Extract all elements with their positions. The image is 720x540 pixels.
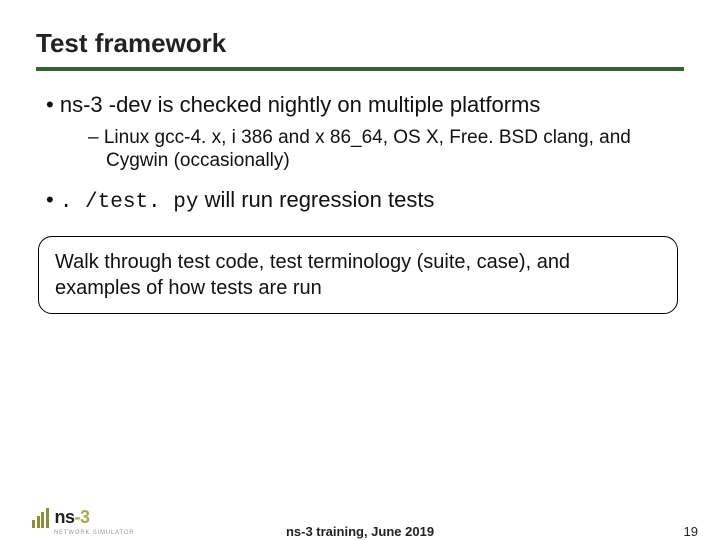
page-number: 19: [684, 524, 698, 539]
bullet-list: ns-3 -dev is checked nightly on multiple…: [36, 91, 684, 214]
logo-subtext: NETWORK SIMULATOR: [54, 530, 134, 536]
callout-box: Walk through test code, test terminology…: [38, 236, 678, 314]
bullet-text: will run regression tests: [198, 187, 434, 212]
footer-center-text: ns-3 training, June 2019: [286, 524, 434, 539]
bullet-sub-item: Linux gcc-4. x, i 386 and x 86_64, OS X,…: [88, 126, 684, 174]
slide: Test framework ns-3 -dev is checked nigh…: [0, 0, 720, 540]
logo-text: ns-3: [55, 507, 90, 528]
code-text: . /test. py: [60, 191, 199, 214]
ns3-logo: ns-3: [32, 507, 90, 528]
bullet-item: ns-3 -dev is checked nightly on multiple…: [46, 91, 684, 120]
logo-bars-icon: [32, 508, 49, 528]
slide-title: Test framework: [36, 28, 684, 59]
title-divider: [36, 67, 684, 71]
bullet-item: . /test. py will run regression tests: [46, 187, 684, 214]
